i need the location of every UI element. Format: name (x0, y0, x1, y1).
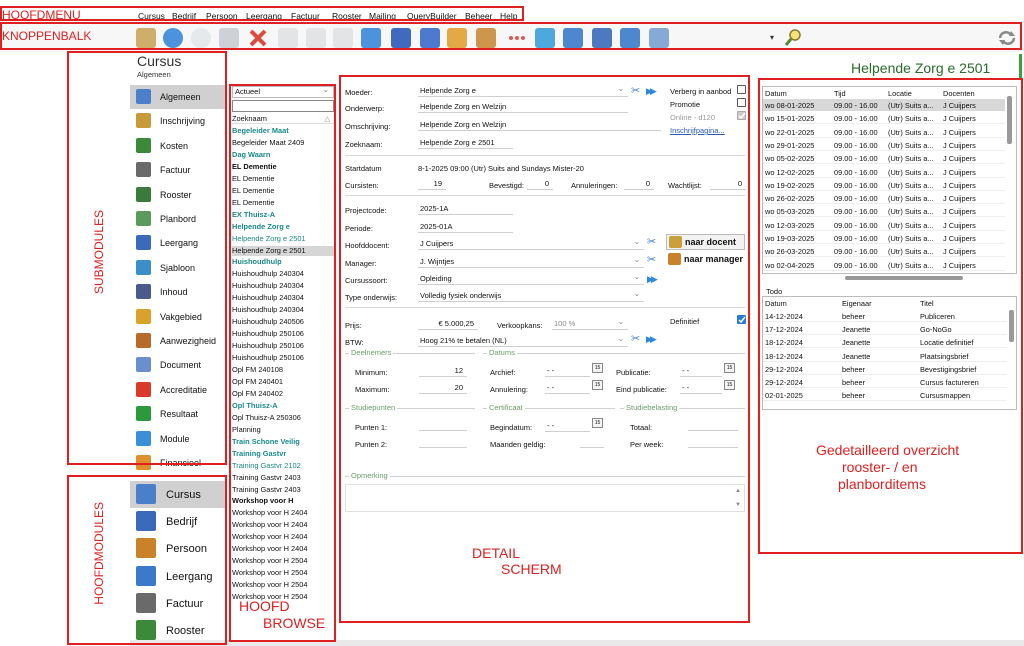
annot-submodules: SUBMODULES (92, 210, 106, 295)
browse-box (229, 84, 336, 642)
annot-hoofd: HOOFD (239, 598, 290, 614)
annot-overzicht-3: planborditems (838, 476, 926, 492)
annot-hoofdmenu: HOOFDMENU (2, 8, 81, 22)
detail-box (339, 75, 750, 623)
annot-overzicht-1: Gedetailleerd overzicht (816, 442, 960, 458)
annot-scherm: SCHERM (501, 561, 562, 577)
knoppenbalk-box (0, 22, 1022, 50)
annot-detail: DETAIL (472, 545, 520, 561)
annot-knoppenbalk: KNOPPENBALK (2, 29, 92, 43)
record-title-accent (1019, 54, 1022, 78)
annot-hoofdmodules: HOOFDMODULES (92, 502, 106, 605)
record-title: Helpende Zorg e 2501 (851, 60, 991, 76)
hoofdmodules-box (67, 475, 227, 645)
submodules-box (67, 51, 227, 465)
annot-overzicht-2: rooster- / en (842, 459, 918, 475)
annot-browse: BROWSE (263, 615, 326, 631)
